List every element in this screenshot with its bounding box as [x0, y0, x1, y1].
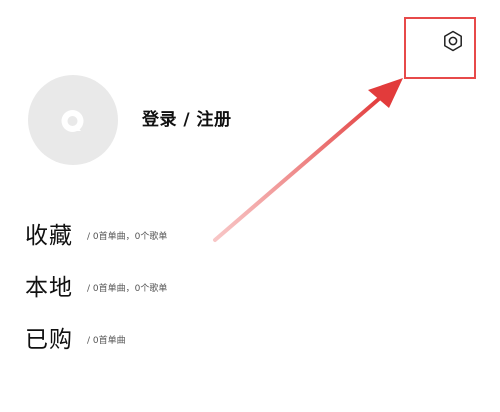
list-item-local[interactable]: 本地 / 0首单曲，0个歌单: [25, 270, 168, 301]
gear-icon[interactable]: [441, 29, 465, 53]
list-item-favorites[interactable]: 收藏 / 0首单曲，0个歌单: [25, 218, 168, 249]
favorites-label: 收藏: [25, 223, 73, 249]
list-item-purchased[interactable]: 已购 / 0首单曲: [25, 322, 126, 353]
music-logo-icon: [60, 109, 85, 133]
local-label: 本地: [25, 275, 73, 301]
avatar[interactable]: [28, 75, 118, 165]
favorites-detail: / 0首单曲，0个歌单: [87, 231, 168, 242]
purchased-detail: / 0首单曲: [87, 335, 126, 346]
purchased-label: 已购: [25, 327, 73, 353]
settings-highlight-box: [404, 17, 476, 79]
local-detail: / 0首单曲，0个歌单: [87, 283, 168, 294]
login-register-link[interactable]: 登录 / 注册: [142, 105, 232, 130]
